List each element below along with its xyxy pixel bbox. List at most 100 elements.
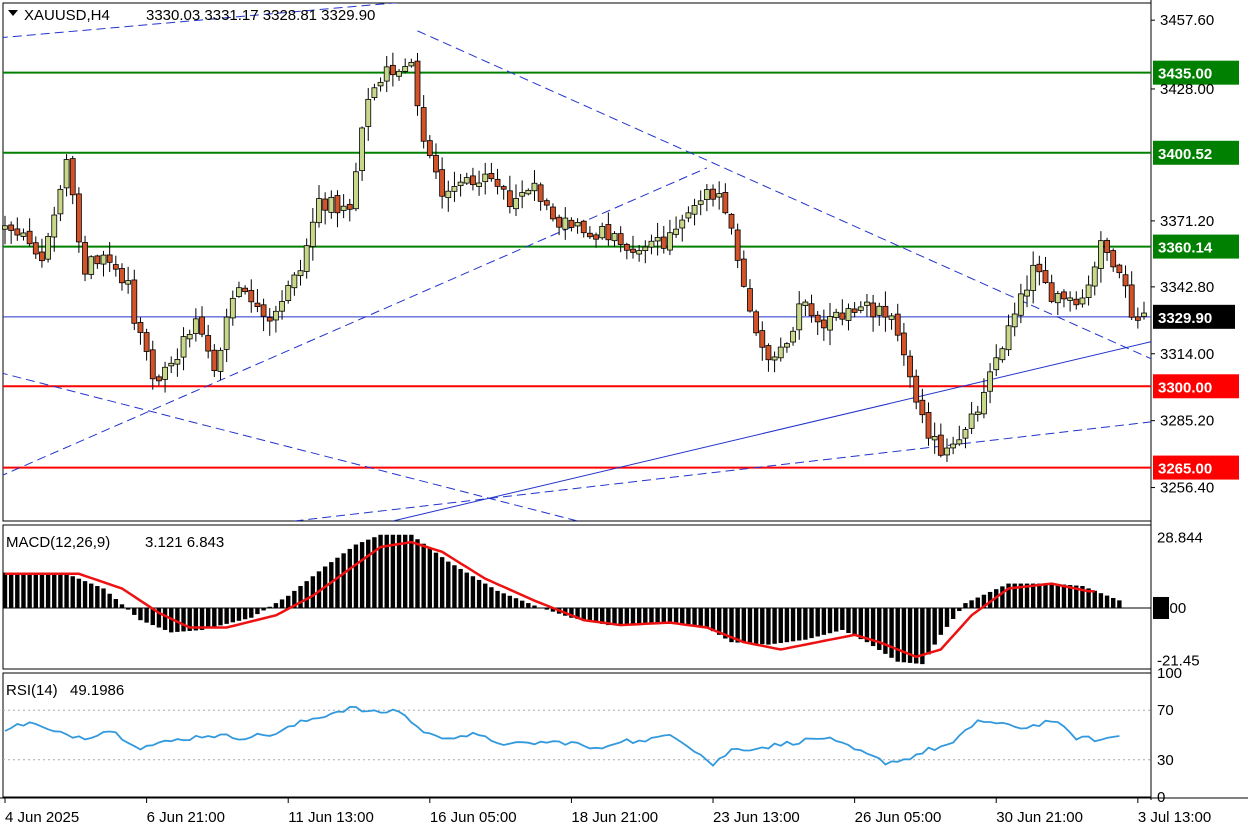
- macd-histogram-bar: [520, 601, 524, 608]
- bull-candle: [46, 236, 51, 259]
- rsi-value: 49.1986: [70, 682, 124, 699]
- macd-histogram-bar: [40, 573, 44, 608]
- bull-candle: [1031, 265, 1036, 290]
- price-pane-frame: [3, 3, 1151, 521]
- bear-candle: [113, 265, 118, 270]
- bull-candle: [889, 316, 894, 319]
- macd-histogram-bar: [403, 535, 407, 608]
- bear-candle: [150, 350, 155, 379]
- macd-histogram-bar: [489, 587, 493, 608]
- macd-histogram-bar: [951, 608, 955, 619]
- macd-histogram-bar: [261, 608, 265, 610]
- bull-candle: [458, 182, 463, 185]
- macd-histogram-bar: [748, 608, 752, 643]
- macd-histogram-bar: [662, 608, 666, 623]
- macd-title: MACD(12,26,9): [6, 534, 110, 551]
- chart-area: 3435.003400.523360.143300.003265.003329.…: [0, 0, 1248, 832]
- bull-candle: [981, 392, 986, 413]
- bear-candle: [267, 317, 272, 321]
- macd-histogram-bar: [643, 608, 647, 623]
- bull-candle: [126, 281, 131, 284]
- macd-histogram-bar: [772, 608, 776, 644]
- bull-candle: [858, 307, 863, 310]
- macd-histogram-bar: [218, 608, 222, 625]
- bull-candle: [963, 430, 968, 439]
- macd-histogram-bar: [107, 594, 111, 608]
- macd-histogram-bar: [446, 562, 450, 608]
- macd-histogram-bar: [212, 608, 216, 627]
- bull-candle: [649, 241, 654, 247]
- rsi-pane-frame: [3, 673, 1151, 797]
- macd-histogram-bar: [926, 608, 930, 654]
- macd-histogram-bar: [15, 573, 19, 608]
- bull-candle: [674, 229, 679, 234]
- bull-candle: [1092, 267, 1097, 286]
- bull-candle: [655, 237, 660, 240]
- bear-candle: [390, 65, 395, 74]
- macd-histogram-bar: [483, 584, 487, 608]
- macd-histogram-bar: [803, 608, 807, 640]
- bull-candle: [1142, 313, 1147, 316]
- bear-candle: [729, 214, 734, 228]
- bull-candle: [477, 183, 482, 186]
- macd-histogram-bar: [976, 598, 980, 608]
- macd-histogram-bar: [1111, 598, 1115, 608]
- bull-candle: [600, 226, 605, 237]
- bear-candle: [212, 350, 217, 370]
- level-label: 3300.00: [1158, 379, 1212, 396]
- macd-histogram-bar: [692, 608, 696, 626]
- bear-candle: [132, 280, 137, 323]
- macd-histogram-bar: [963, 603, 967, 608]
- bull-candle: [778, 347, 783, 358]
- bull-candle: [828, 317, 833, 331]
- macd-histogram-bar: [415, 539, 419, 608]
- macd-layer: [3, 535, 1169, 664]
- bull-candle: [187, 334, 192, 338]
- macd-histogram-bar: [440, 557, 444, 608]
- macd-histogram-bar: [945, 608, 949, 627]
- bear-candle: [1117, 265, 1122, 273]
- bull-candle: [353, 172, 358, 209]
- macd-histogram-bar: [255, 608, 259, 614]
- bear-candle: [760, 331, 765, 348]
- bear-candle: [33, 243, 38, 254]
- macd-histogram-bar: [508, 596, 512, 608]
- bear-candle: [249, 290, 254, 301]
- macd-histogram-bar: [828, 608, 832, 633]
- macd-histogram-bar: [1037, 584, 1041, 608]
- bull-candle: [1006, 326, 1011, 350]
- bull-candle: [846, 309, 851, 321]
- macd-histogram-bar: [495, 591, 499, 608]
- symbol-label: XAUUSD,H4: [24, 7, 110, 24]
- bull-candle: [366, 99, 371, 126]
- symbol-menu-triangle-icon[interactable]: [8, 10, 18, 16]
- macd-histogram-bar: [1043, 584, 1047, 608]
- macd-histogram-bar: [206, 608, 210, 628]
- macd-histogram-bar: [822, 608, 826, 635]
- bear-candle: [107, 255, 112, 262]
- bear-candle: [766, 346, 771, 360]
- bull-candle: [951, 444, 956, 448]
- bull-candle: [988, 372, 993, 391]
- macd-histogram-bar: [46, 573, 50, 608]
- macd-histogram-bar: [514, 598, 518, 608]
- bull-candle: [520, 193, 525, 197]
- price-tick-label: 3314.00: [1160, 346, 1214, 363]
- macd-histogram-bar: [809, 608, 813, 638]
- trend-line: [393, 326, 1218, 521]
- macd-histogram-bar: [58, 574, 62, 608]
- bear-candle: [415, 61, 420, 106]
- macd-histogram-bar: [163, 608, 167, 630]
- trend-line: [0, 168, 707, 477]
- bull-candle: [64, 160, 69, 188]
- macd-histogram-bar: [89, 584, 93, 608]
- bear-candle: [470, 176, 475, 185]
- bull-candle: [21, 233, 26, 236]
- bull-candle: [1025, 290, 1030, 296]
- bull-candle: [791, 331, 796, 342]
- price-tick-label: 3457.60: [1160, 12, 1214, 29]
- macd-histogram-bar: [705, 608, 709, 628]
- bull-candle: [298, 271, 303, 276]
- bear-candle: [83, 242, 88, 274]
- macd-histogram-bar: [939, 608, 943, 635]
